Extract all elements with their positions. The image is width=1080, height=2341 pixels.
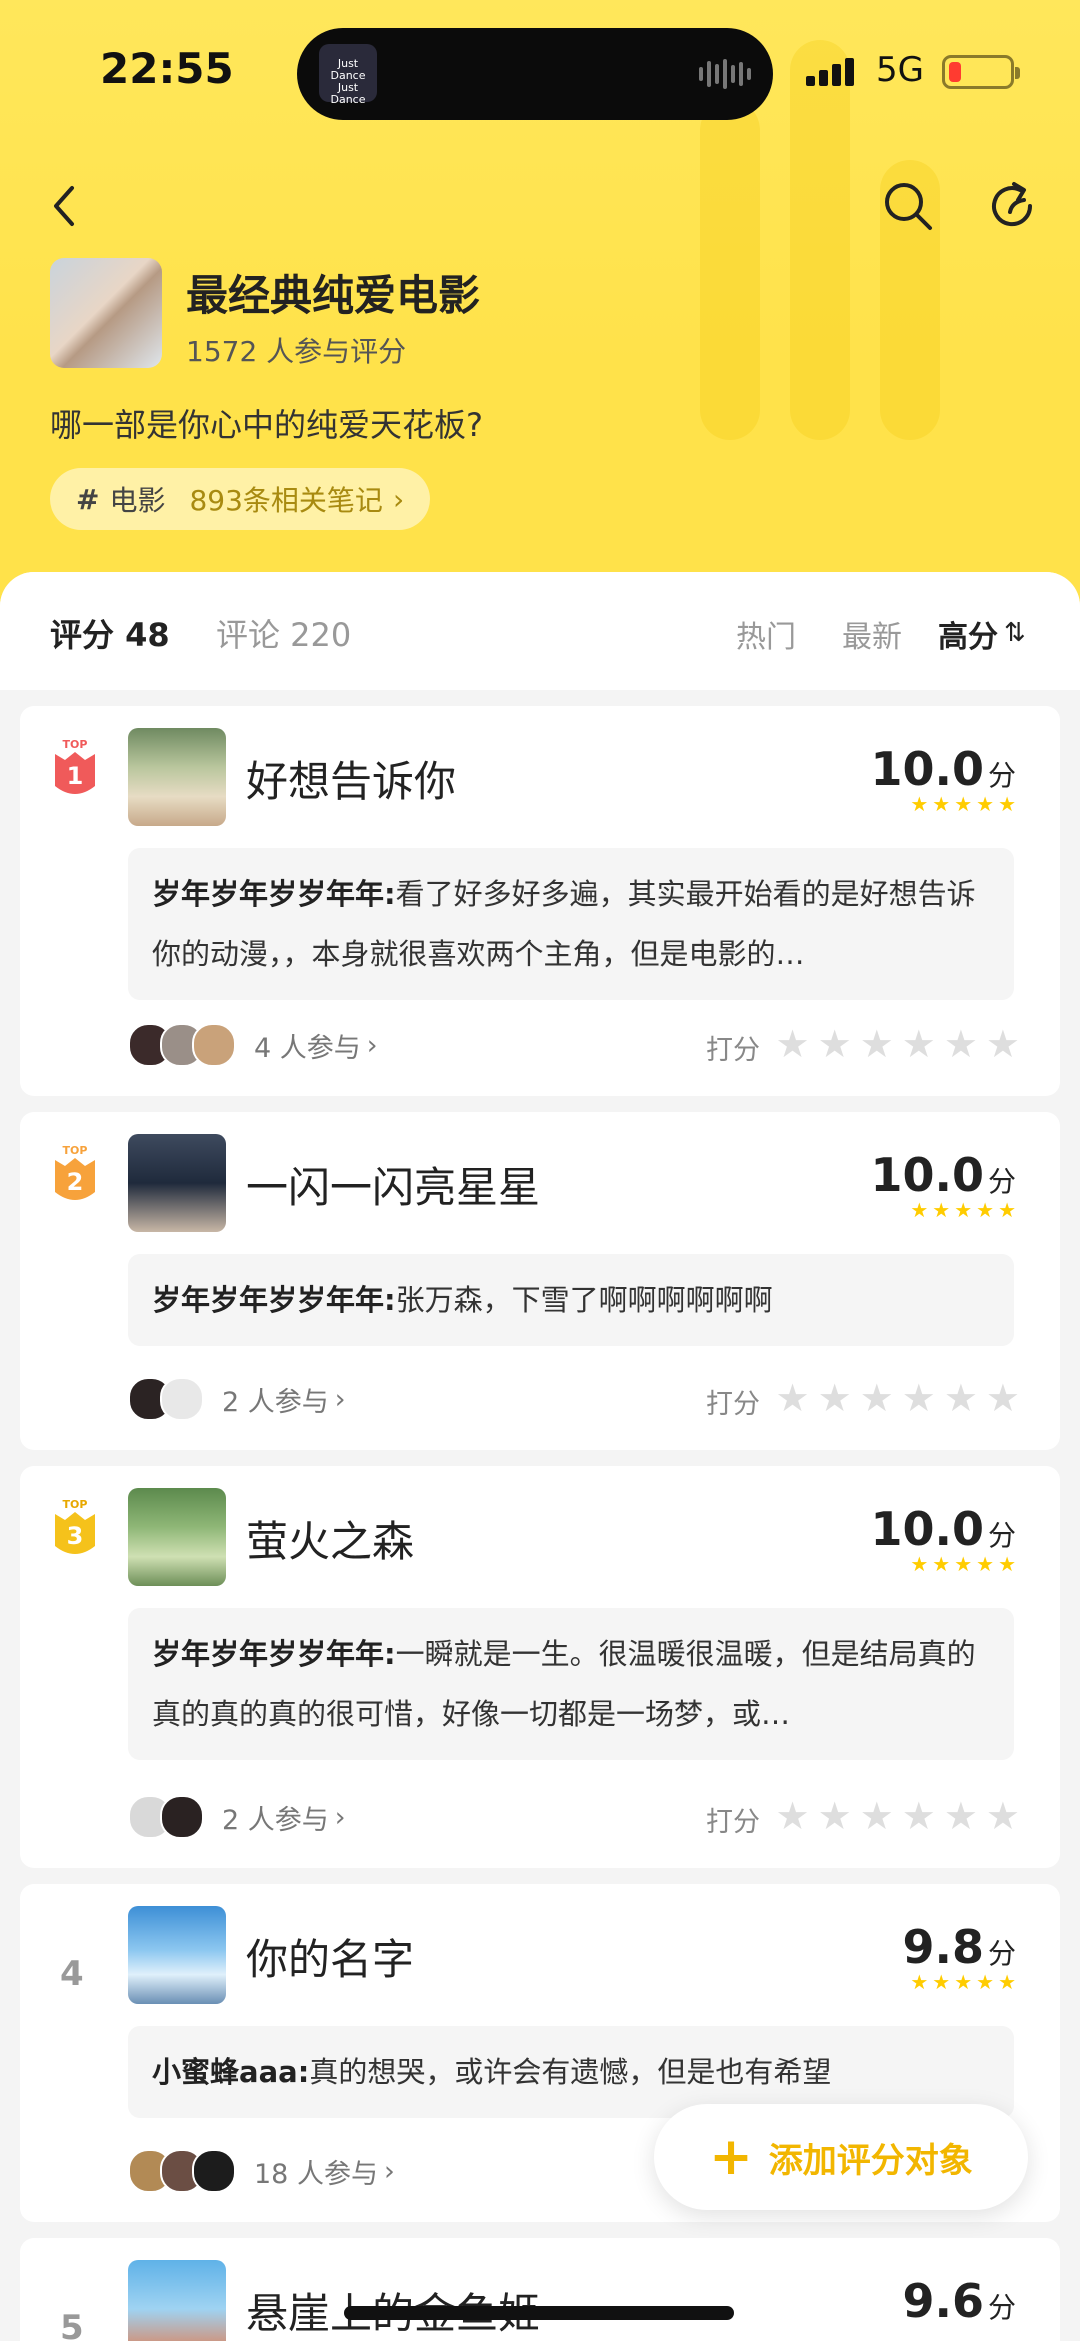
topic-participants: 1572 人参与评分 [186,335,407,368]
movie-score: 10.0 分 ★ ★ ★ ★ ★ [870,742,1016,816]
rank-number: 5 [60,2308,84,2341]
sort-new[interactable]: 最新 [842,612,902,656]
chevron-right-icon: › [366,1029,378,1061]
score-stars: ★ ★ ★ ★ ★ [910,1198,1016,1222]
participant-count: 2 人参与 [222,1804,329,1836]
top-comment[interactable]: 岁年岁年岁岁年年:一瞬就是一生。很温暖很温暖，但是结局真的真的真的真的很可惜，好… [128,1608,1014,1760]
top-rank-badge-icon: TOP 3 [55,1498,95,1554]
participants-row[interactable]: 18 人参与 › [128,2146,395,2196]
hashtag-icon: # [76,482,100,516]
svg-text:TOP: TOP [63,1144,88,1157]
top-comment[interactable]: 岁年岁年岁岁年年:看了好多好多遍，其实最开始看的是好想告诉你的动漫，，本身就很喜… [128,848,1014,1000]
audio-wave-icon [699,58,751,90]
rate-label: 打分 [706,1389,760,1420]
rate-stars[interactable]: ★ ★ ★ ★ ★ ★ [776,1378,1020,1418]
chevron-right-icon: › [383,2155,395,2187]
tag-note-count: 893条相关笔记 [189,484,383,517]
participant-count: 2 人参与 [222,1386,329,1418]
network-type: 5G [876,50,924,90]
movie-poster[interactable] [128,1488,226,1586]
tab-comment[interactable]: 评论 220 [216,610,351,656]
tab-bar: 评分 48 评论 220 热门 最新 高分 ⇅ [0,572,1080,690]
svg-text:TOP: TOP [63,738,88,751]
topic-tag-link[interactable]: # 电影 893条相关笔记 › [50,468,431,530]
rank-number: 4 [60,1954,84,1994]
rating-card[interactable]: TOP 3 萤火之森 10.0 分 ★ ★ ★ ★ ★ 岁年岁年岁岁年年:一瞬就是一生。很… [20,1466,1060,1868]
movie-title[interactable]: 一闪一闪亮星星 [246,1154,540,1215]
top-comment[interactable]: 岁年岁年岁岁年年:张万森，下雪了啊啊啊啊啊啊 [128,1254,1014,1346]
participant-count: 18 人参与 [254,2158,378,2190]
movie-score: 9.6 分 [902,2274,1016,2328]
participants-row[interactable]: 2 人参与 › [128,1792,346,1842]
score-stars: ★ ★ ★ ★ ★ [910,1552,1016,1576]
topic-description: 哪一部是你心中的纯爱天花板? [50,406,483,444]
svg-text:1: 1 [67,762,84,790]
battery-icon [942,55,1020,89]
sort-hot[interactable]: 热门 [736,612,796,656]
plus-icon: + [709,2127,753,2187]
add-rating-item-label: 添加评分对象 [768,2140,973,2181]
rate-label: 打分 [706,1807,760,1838]
movie-score: 9.8 分 ★ ★ ★ ★ ★ [902,1920,1016,1994]
movie-score: 10.0 分 ★ ★ ★ ★ ★ [870,1148,1016,1222]
tag-name: 电影 [109,484,166,517]
cellular-signal-icon [806,58,854,86]
movie-poster[interactable] [128,2260,226,2341]
rating-card[interactable]: TOP 2 一闪一闪亮星星 10.0 分 ★ ★ ★ ★ ★ 岁年岁年岁岁年年:张万森，下… [20,1112,1060,1450]
status-time: 22:55 [100,44,234,93]
rate-label: 打分 [706,1035,760,1066]
sort-high[interactable]: 高分 [938,612,998,656]
participant-avatars [128,1795,204,1839]
chevron-right-icon: › [334,1383,346,1415]
home-indicator[interactable] [344,2306,734,2320]
topic-title: 最经典纯爱电影 [186,271,481,320]
top-rank-badge-icon: TOP 1 [55,738,95,794]
status-bar: 22:55 Just Dance Just Dance 5G [0,0,1080,150]
chevron-right-icon: › [334,1801,346,1833]
top-rank-badge-icon: TOP 2 [55,1144,95,1200]
participants-row[interactable]: 2 人参与 › [128,1374,346,1424]
movie-poster[interactable] [128,1134,226,1232]
movie-title[interactable]: 你的名字 [246,1926,414,1987]
rating-card[interactable]: TOP 1 好想告诉你 10.0 分 ★ ★ ★ ★ ★ 岁年岁年岁岁年年:看了好多好多遍… [20,706,1060,1096]
svg-text:TOP: TOP [63,1498,88,1511]
movie-poster[interactable] [128,728,226,826]
movie-score: 10.0 分 ★ ★ ★ ★ ★ [870,1502,1016,1576]
tab-score[interactable]: 评分 48 [50,610,170,656]
search-icon[interactable] [878,176,938,236]
participant-count: 4 人参与 [254,1032,361,1064]
participant-avatars [128,2149,236,2193]
dynamic-island[interactable]: Just Dance Just Dance [297,28,773,120]
share-icon[interactable] [984,176,1044,236]
rating-list-panel: 评分 48 评论 220 热门 最新 高分 ⇅ TOP 1 好想告诉你 10.0… [0,572,1080,2341]
svg-text:3: 3 [67,1522,84,1550]
rate-stars[interactable]: ★ ★ ★ ★ ★ ★ [776,1796,1020,1836]
movie-poster[interactable] [128,1906,226,2004]
movie-title[interactable]: 萤火之森 [246,1508,414,1569]
add-rating-item-button[interactable]: + 添加评分对象 [654,2104,1028,2210]
participant-avatars [128,1023,236,1067]
rate-stars[interactable]: ★ ★ ★ ★ ★ ★ [776,1024,1020,1064]
now-playing-artwork: Just Dance Just Dance [319,44,377,106]
sort-order-icon[interactable]: ⇅ [1004,618,1026,648]
participant-avatars [128,1377,204,1421]
participants-row[interactable]: 4 人参与 › [128,1020,378,1070]
svg-text:2: 2 [67,1168,84,1196]
topic-cover-image [50,258,162,368]
chevron-right-icon: › [392,482,405,516]
score-stars: ★ ★ ★ ★ ★ [910,792,1016,816]
movie-title[interactable]: 好想告诉你 [246,748,456,809]
back-arrow-icon[interactable] [36,176,96,236]
rating-card[interactable]: 5 悬崖上的金鱼姬 9.6分 [20,2238,1060,2341]
score-stars: ★ ★ ★ ★ ★ [910,1970,1016,1994]
